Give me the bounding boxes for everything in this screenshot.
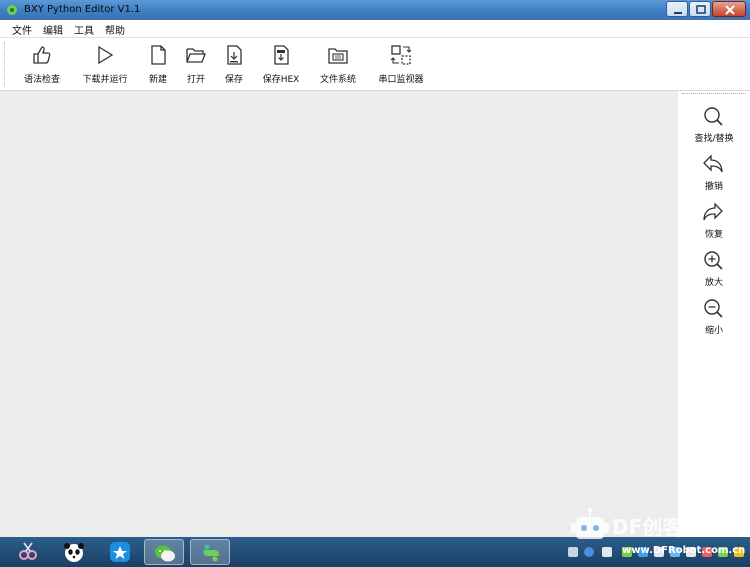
- new-file-button[interactable]: 新建: [142, 42, 174, 88]
- menu-file[interactable]: 文件: [12, 22, 32, 37]
- taskbar-app-2[interactable]: [54, 539, 94, 565]
- redo-label: 恢复: [704, 230, 723, 240]
- find-replace-label: 查找/替换: [694, 134, 734, 144]
- play-icon: [98, 45, 114, 65]
- zoom-in-icon: [704, 251, 723, 270]
- tray-icon-11[interactable]: [734, 547, 744, 557]
- folder-open-icon: [186, 48, 206, 63]
- undo-icon: [703, 154, 723, 173]
- zoom-out-icon: [704, 299, 723, 318]
- undo-button[interactable]: 撤销: [678, 153, 750, 197]
- minimize-button[interactable]: [666, 1, 688, 17]
- close-icon: [725, 5, 735, 15]
- maximize-icon: [696, 5, 706, 14]
- open-label: 打开: [186, 75, 205, 85]
- redo-button[interactable]: 恢复: [678, 201, 750, 245]
- system-tray: [566, 541, 750, 563]
- zoom-in-label: 放大: [704, 278, 723, 288]
- help-icon[interactable]: [584, 547, 594, 557]
- redo-icon: [703, 202, 723, 221]
- menu-edit[interactable]: 编辑: [43, 22, 63, 37]
- file-system-button[interactable]: 文件系统: [314, 42, 362, 88]
- panda-app-icon: [64, 543, 84, 562]
- title-bar[interactable]: BXY Python Editor V1.1: [0, 0, 750, 20]
- undo-label: 撤销: [704, 182, 723, 192]
- taskbar-app-4[interactable]: [144, 539, 184, 565]
- tray-icon-10[interactable]: [718, 547, 728, 557]
- new-file-icon: [151, 45, 166, 65]
- tray-icon-3[interactable]: [602, 547, 612, 557]
- python-editor-app-icon: [203, 544, 219, 562]
- file-system-label: 文件系统: [319, 75, 356, 85]
- zoom-out-button[interactable]: 缩小: [678, 297, 750, 341]
- syntax-check-label: 语法检查: [23, 75, 60, 85]
- taskbar-app-1[interactable]: [8, 539, 48, 565]
- close-button[interactable]: [712, 1, 746, 17]
- volume-icon[interactable]: [686, 547, 696, 557]
- download-run-button[interactable]: 下载并运行: [76, 42, 134, 88]
- keyboard-icon[interactable]: [568, 547, 578, 557]
- menu-bar: 文件 编辑 工具 帮助: [0, 20, 750, 38]
- serial-monitor-label: 串口监视器: [378, 75, 424, 85]
- toolbar: 语法检查 下载并运行 新建 打开 保存 保存HEX 文件系统 串口监视器: [0, 38, 750, 91]
- thumbs-up-icon: [33, 46, 51, 64]
- save-py-icon: [227, 45, 242, 65]
- file-system-icon: [328, 48, 348, 64]
- save-hex-button[interactable]: 保存HEX: [258, 42, 304, 88]
- taskbar-app-3[interactable]: [100, 539, 140, 565]
- serial-monitor-button[interactable]: 串口监视器: [372, 42, 430, 88]
- window-title: BXY Python Editor V1.1: [24, 4, 141, 15]
- new-file-label: 新建: [148, 75, 167, 85]
- find-replace-button[interactable]: 查找/替换: [678, 105, 750, 149]
- maximize-button[interactable]: [689, 1, 711, 17]
- save-label: 保存: [224, 75, 243, 85]
- search-icon: [704, 107, 723, 126]
- syntax-check-button[interactable]: 语法检查: [18, 42, 66, 88]
- tray-icon-4[interactable]: [622, 547, 632, 557]
- taskbar: [0, 537, 750, 567]
- taskbar-app-5[interactable]: [190, 539, 230, 565]
- code-editor[interactable]: [0, 91, 678, 537]
- menu-tools[interactable]: 工具: [74, 22, 94, 37]
- save-hex-icon: [274, 45, 289, 65]
- tray-icon-6[interactable]: [654, 547, 664, 557]
- serial-monitor-icon: [390, 45, 412, 65]
- app-icon: [7, 5, 17, 15]
- scissors-app-icon: [19, 542, 37, 560]
- zoom-in-button[interactable]: 放大: [678, 249, 750, 293]
- side-panel: 查找/替换 撤销 恢复 放大 缩小: [678, 91, 750, 537]
- save-button[interactable]: 保存: [218, 42, 250, 88]
- minimize-icon: [674, 12, 682, 14]
- star-app-icon: [110, 542, 130, 562]
- save-hex-label: 保存HEX: [262, 75, 300, 85]
- zoom-out-label: 缩小: [704, 326, 723, 336]
- toolbar-grip[interactable]: [4, 42, 7, 86]
- network-icon[interactable]: [670, 547, 680, 557]
- side-panel-grip[interactable]: [682, 93, 746, 94]
- tray-icon-9[interactable]: [702, 547, 712, 557]
- wechat-app-icon: [155, 545, 175, 562]
- open-button[interactable]: 打开: [180, 42, 212, 88]
- menu-help[interactable]: 帮助: [105, 22, 125, 37]
- download-run-label: 下载并运行: [82, 75, 128, 85]
- tray-icon-5[interactable]: [638, 547, 648, 557]
